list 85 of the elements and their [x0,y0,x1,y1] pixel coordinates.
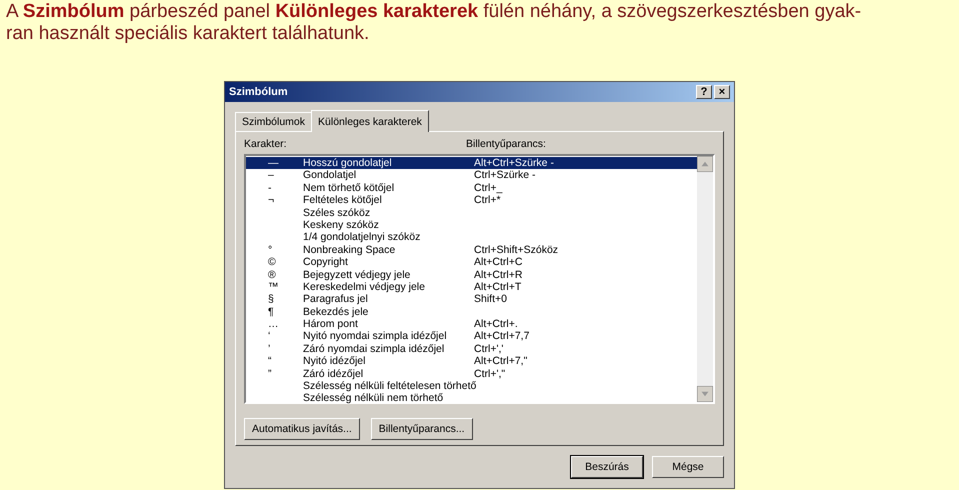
shortcut-text: Ctrl+',' [474,342,504,356]
character-symbol: ¶ [268,306,274,318]
list-row[interactable]: ® Bejegyzett védjegy jele Alt+Ctrl+R [246,268,697,281]
shortcut-text: Ctrl+Szürke - [474,169,536,182]
character-symbol: ™ [268,280,278,293]
scroll-down-icon[interactable] [697,386,713,402]
shortcut-text: Alt+Ctrl+R [474,268,522,281]
character-name: Szélesség nélküli nem törhető [303,392,444,405]
list-row[interactable]: — Hosszú gondolatjel Alt+Ctrl+Szürke - [246,157,697,170]
shortcut-text: Ctrl+* [474,194,501,207]
character-symbol: — [268,157,278,169]
character-name: Nem törhető kötőjel [303,182,396,194]
shortcut-text: Alt+Ctrl+. [474,318,518,330]
shortcut-text: Ctrl+Shift+Szóköz [474,244,558,256]
scroll-up-icon[interactable] [697,156,713,172]
character-symbol: § [268,293,274,306]
character-symbol: ¬ [268,194,274,206]
window-title: Szimbólum [229,86,288,98]
character-symbol: - [268,182,272,194]
list-row[interactable]: Keskeny szóköz [246,218,697,232]
list-row[interactable]: ¬ Feltételes kötőjel Ctrl+* [246,194,697,207]
character-symbol: ” [268,368,272,380]
list-row[interactable]: - Nem törhető kötőjel Ctrl+_ [246,182,697,194]
character-name: Paragrafus jel [303,293,369,306]
list-row[interactable]: … Három pont Alt+Ctrl+. [246,318,697,330]
character-name: Három pont [303,318,359,330]
shortcut-text: Alt+Ctrl+7,7 [474,330,530,343]
list-row[interactable]: 1/4 gondolatjelnyi szóköz [246,231,697,244]
list-row[interactable]: ’ Záró nyomdai szimpla idézőjel Ctrl+',' [246,342,697,356]
character-name: Nyitó idézőjel [303,355,366,368]
shortcut-text: Alt+Ctrl+7," [474,355,528,368]
character-name: Záró idézőjel [303,368,364,380]
dialog-button[interactable]: Beszúrás [571,456,643,478]
tab[interactable]: Szimbólumok [235,112,312,131]
character-name: Feltételes kötőjel [303,194,383,207]
character-symbol: © [268,256,276,268]
character-symbol: ° [268,244,272,256]
shortcut-text: Shift+0 [474,293,507,306]
character-name: Keskeny szóköz [303,218,380,232]
scrollbar[interactable] [697,156,713,402]
shortcut-text: Ctrl+_ [474,182,502,194]
list-row[interactable]: “ Nyitó idézőjel Alt+Ctrl+7," [246,355,697,368]
character-symbol: – [268,169,274,182]
column-label: Karakter: [244,138,287,150]
list-row[interactable]: ‘ Nyitó nyomdai szimpla idézőjel Alt+Ctrl+7,7 [246,330,697,343]
caption-text: ran használt speciális karaktert találhatunk. [6,23,370,45]
character-name: Copyright [303,256,349,269]
character-symbol: ‘ [268,330,270,342]
character-name: Nonbreaking Space [303,244,396,256]
shortcut-text: Alt+Ctrl+T [474,280,522,294]
character-name: Szélesség nélküli feltételesen törhető [303,380,474,392]
character-symbol: ® [268,268,276,281]
list-row[interactable]: Szélesség nélküli feltételesen törhető [246,380,697,392]
character-name: Nyitó nyomdai szimpla idézőjel [303,330,448,343]
character-symbol: … [268,318,278,330]
shortcut-text: Ctrl+'," [474,368,506,380]
list-row[interactable]: Széles szóköz [246,206,697,219]
character-name: Bekezdés jele [303,306,370,318]
character-symbol: “ [268,355,272,368]
column-label: Billentyűparancs: [466,138,546,150]
tab[interactable]: Különleges karakterek [311,110,429,132]
character-name: Széles szóköz [303,206,372,219]
character-name: Hosszú gondolatjel [303,157,393,170]
list-row[interactable]: ° Nonbreaking Space Ctrl+Shift+Szóköz [246,244,697,256]
character-symbol: ’ [268,342,270,355]
character-name: Záró nyomdai szimpla idézőjel [303,342,446,356]
character-name: Gondolatjel [303,169,358,182]
list-row[interactable]: Szélesség nélküli nem törhető [246,392,697,405]
character-name: Bejegyzett védjegy jele [303,268,412,281]
shortcut-text: Alt+Ctrl+Szürke - [474,157,554,170]
dialog-button[interactable]: Automatikus javítás... [244,418,360,440]
list-row[interactable]: ¶ Bekezdés jele [246,306,697,318]
list-row[interactable]: © Copyright Alt+Ctrl+C [246,256,697,269]
dialog-button[interactable]: Mégse [652,456,724,478]
shortcut-text: Alt+Ctrl+C [474,256,522,269]
list-row[interactable]: – Gondolatjel Ctrl+Szürke - [246,169,697,182]
character-name: 1/4 gondolatjelnyi szóköz [303,231,422,244]
close-button[interactable]: × [714,85,730,99]
list-row[interactable]: ” Záró idézőjel Ctrl+'," [246,368,697,380]
caption-text: A Szimbólum párbeszéd panel Különleges karakterek fülén néhány, a szövegszerkesztésben gyak- [6,1,862,23]
dialog-button[interactable]: Billentyűparancs... [370,418,473,440]
help-button[interactable]: ? [696,85,712,99]
character-name: Kereskedelmi védjegy jele [303,280,426,294]
list-row[interactable]: § Paragrafus jel Shift+0 [246,293,697,306]
list-row[interactable]: ™ Kereskedelmi védjegy jele Alt+Ctrl+T [246,280,697,294]
